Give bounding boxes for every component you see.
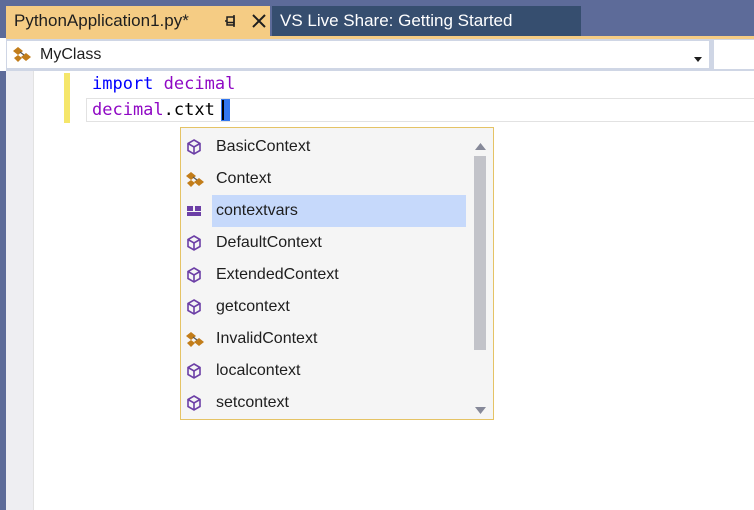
scroll-up-arrow-icon[interactable] (475, 137, 486, 150)
completion-list[interactable]: BasicContext Context contextvars DefaultCon… (180, 127, 494, 420)
pin-icon[interactable] (222, 13, 238, 29)
cube-icon (185, 299, 203, 315)
completion-item[interactable]: setcontext (181, 387, 467, 419)
text-caret (222, 100, 224, 120)
completion-item[interactable]: getcontext (181, 291, 467, 323)
member-dropdown[interactable] (714, 40, 754, 69)
class-icon (12, 46, 32, 64)
cube-icon (185, 235, 203, 251)
tab-live-share[interactable]: VS Live Share: Getting Started (272, 6, 581, 36)
completion-item[interactable]: DefaultContext (181, 227, 467, 259)
completion-item-label: localcontext (216, 362, 301, 379)
cube-icon (185, 363, 203, 379)
completion-item[interactable]: ExtendedContext (181, 259, 467, 291)
completion-item-label: ExtendedContext (216, 266, 339, 283)
module-name: decimal (163, 74, 236, 94)
completion-item[interactable]: BasicContext (181, 131, 467, 163)
class-icon (185, 171, 204, 187)
code-line-1[interactable]: import decimal (92, 74, 235, 94)
completion-item-label: getcontext (216, 298, 290, 315)
cube-icon (185, 267, 203, 283)
import-keyword: import (92, 74, 154, 94)
tab-python-application[interactable]: PythonApplication1.py* (6, 6, 270, 36)
code-line-2[interactable]: decimal.ctxt (92, 100, 215, 120)
class-dropdown[interactable]: MyClass (6, 40, 710, 69)
typed-text: .ctxt (163, 100, 215, 120)
completion-item-label: Context (216, 170, 272, 187)
editor-gutter[interactable] (6, 71, 34, 510)
completion-item-label: contextvars (216, 202, 298, 219)
completion-item-label: BasicContext (216, 138, 311, 155)
module-name: decimal (92, 100, 164, 120)
close-icon[interactable] (250, 12, 268, 30)
dropdown-arrow-icon[interactable] (693, 50, 703, 62)
document-tab-bar: PythonApplication1.py* VS Live Share: Ge… (0, 0, 754, 39)
class-icon (185, 331, 204, 347)
completion-scrollbar[interactable] (468, 128, 493, 419)
completion-item-label: setcontext (216, 394, 289, 411)
scroll-down-arrow-icon[interactable] (475, 401, 486, 414)
completion-item[interactable]: localcontext (181, 355, 467, 387)
change-tracking-bar (64, 73, 70, 123)
class-selector-label: MyClass (40, 46, 102, 63)
tab-label: PythonApplication1.py* (14, 11, 189, 30)
scrollbar-thumb[interactable] (474, 156, 486, 350)
completion-item[interactable]: contextvars (181, 195, 467, 227)
navigation-bar: MyClass (6, 39, 754, 71)
cube-icon (185, 395, 203, 411)
completion-item-label: DefaultContext (216, 234, 322, 251)
completion-item-label: InvalidContext (216, 330, 318, 347)
completion-item[interactable]: InvalidContext (181, 323, 467, 355)
cube-icon (185, 139, 203, 155)
tab-label: VS Live Share: Getting Started (280, 11, 513, 30)
completion-item[interactable]: Context (181, 163, 467, 195)
module-icon (185, 203, 203, 219)
